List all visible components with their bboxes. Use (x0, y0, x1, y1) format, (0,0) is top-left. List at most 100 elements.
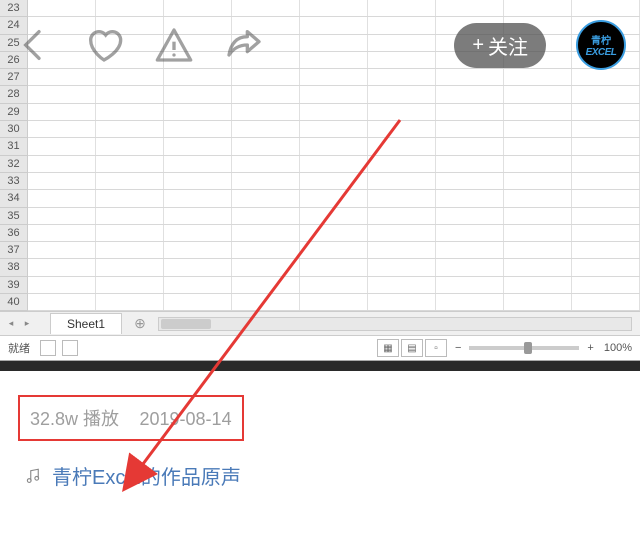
row-header[interactable]: 35 (0, 208, 27, 225)
cell[interactable] (572, 242, 640, 258)
cell[interactable] (368, 104, 436, 120)
cell[interactable] (504, 0, 572, 16)
cell[interactable] (368, 173, 436, 189)
cell[interactable] (368, 242, 436, 258)
row-header[interactable]: 33 (0, 173, 27, 190)
row-header[interactable]: 37 (0, 242, 27, 259)
row-header[interactable]: 27 (0, 69, 27, 86)
row-header[interactable]: 36 (0, 225, 27, 242)
cell[interactable] (300, 294, 368, 310)
channel-avatar[interactable]: 青柠 EXCEL (576, 20, 626, 70)
cell[interactable] (504, 138, 572, 154)
cell[interactable] (300, 86, 368, 102)
cell[interactable] (232, 259, 300, 275)
row-header[interactable]: 28 (0, 86, 27, 103)
tab-nav-prev[interactable]: ▸ (20, 317, 34, 331)
cell[interactable] (96, 69, 164, 85)
cell[interactable] (28, 138, 96, 154)
row-header[interactable]: 31 (0, 138, 27, 155)
cell[interactable] (300, 69, 368, 85)
cell[interactable] (164, 104, 232, 120)
status-icon-1[interactable] (40, 340, 56, 356)
sheet-tab-1[interactable]: Sheet1 (50, 313, 122, 334)
cell[interactable] (28, 294, 96, 310)
cell[interactable] (300, 190, 368, 206)
row-header[interactable]: 23 (0, 0, 27, 17)
cell[interactable] (232, 190, 300, 206)
cell[interactable] (300, 173, 368, 189)
cell[interactable] (164, 259, 232, 275)
cell[interactable] (504, 121, 572, 137)
cell[interactable] (368, 294, 436, 310)
cell[interactable] (28, 173, 96, 189)
cell[interactable] (232, 242, 300, 258)
share-icon[interactable] (224, 25, 264, 65)
cell[interactable] (232, 104, 300, 120)
cell[interactable] (96, 208, 164, 224)
cell[interactable] (368, 0, 436, 16)
cell[interactable] (164, 69, 232, 85)
back-icon[interactable] (14, 25, 54, 65)
cell[interactable] (232, 0, 300, 16)
cell[interactable] (572, 156, 640, 172)
cell[interactable] (436, 86, 504, 102)
cell[interactable] (96, 225, 164, 241)
cell[interactable] (96, 104, 164, 120)
cell[interactable] (28, 69, 96, 85)
cell[interactable] (232, 69, 300, 85)
cell[interactable] (504, 242, 572, 258)
cell[interactable] (368, 69, 436, 85)
zoom-percent[interactable]: 100% (604, 342, 632, 354)
cell[interactable] (28, 86, 96, 102)
cell[interactable] (436, 121, 504, 137)
cell[interactable] (504, 156, 572, 172)
cell[interactable] (436, 277, 504, 293)
cell[interactable] (300, 225, 368, 241)
cell[interactable] (28, 121, 96, 137)
cell[interactable] (436, 259, 504, 275)
cell[interactable] (300, 104, 368, 120)
cell[interactable] (164, 242, 232, 258)
cell[interactable] (436, 225, 504, 241)
cell[interactable] (504, 277, 572, 293)
cell[interactable] (504, 104, 572, 120)
cell[interactable] (164, 138, 232, 154)
cell[interactable] (164, 277, 232, 293)
cell[interactable] (504, 294, 572, 310)
cell[interactable] (572, 173, 640, 189)
cell[interactable] (436, 173, 504, 189)
cell[interactable] (572, 208, 640, 224)
cell[interactable] (504, 173, 572, 189)
cell[interactable] (368, 190, 436, 206)
audio-source[interactable]: 青柠Excel的作品原声 (18, 461, 622, 490)
scrollbar-thumb[interactable] (161, 319, 211, 329)
cell[interactable] (572, 86, 640, 102)
view-normal-icon[interactable]: ▦ (377, 339, 399, 357)
cell[interactable] (368, 86, 436, 102)
cell[interactable] (28, 225, 96, 241)
cell[interactable] (96, 156, 164, 172)
cell[interactable] (232, 156, 300, 172)
cell[interactable] (436, 156, 504, 172)
row-header[interactable]: 29 (0, 104, 27, 121)
zoom-plus[interactable]: + (587, 342, 593, 354)
cell[interactable] (28, 0, 96, 16)
cell[interactable] (164, 121, 232, 137)
cell[interactable] (436, 138, 504, 154)
cell[interactable] (96, 277, 164, 293)
cell[interactable] (300, 0, 368, 16)
cell[interactable] (164, 294, 232, 310)
cell[interactable] (164, 86, 232, 102)
follow-button[interactable]: + 关注 (454, 23, 546, 68)
cell[interactable] (164, 225, 232, 241)
cell[interactable] (164, 0, 232, 16)
cell[interactable] (96, 190, 164, 206)
cell[interactable] (96, 173, 164, 189)
cell[interactable] (96, 259, 164, 275)
cell[interactable] (368, 277, 436, 293)
row-header[interactable]: 30 (0, 121, 27, 138)
zoom-slider[interactable] (469, 346, 579, 350)
cell[interactable] (164, 156, 232, 172)
cell[interactable] (572, 277, 640, 293)
cell[interactable] (232, 277, 300, 293)
